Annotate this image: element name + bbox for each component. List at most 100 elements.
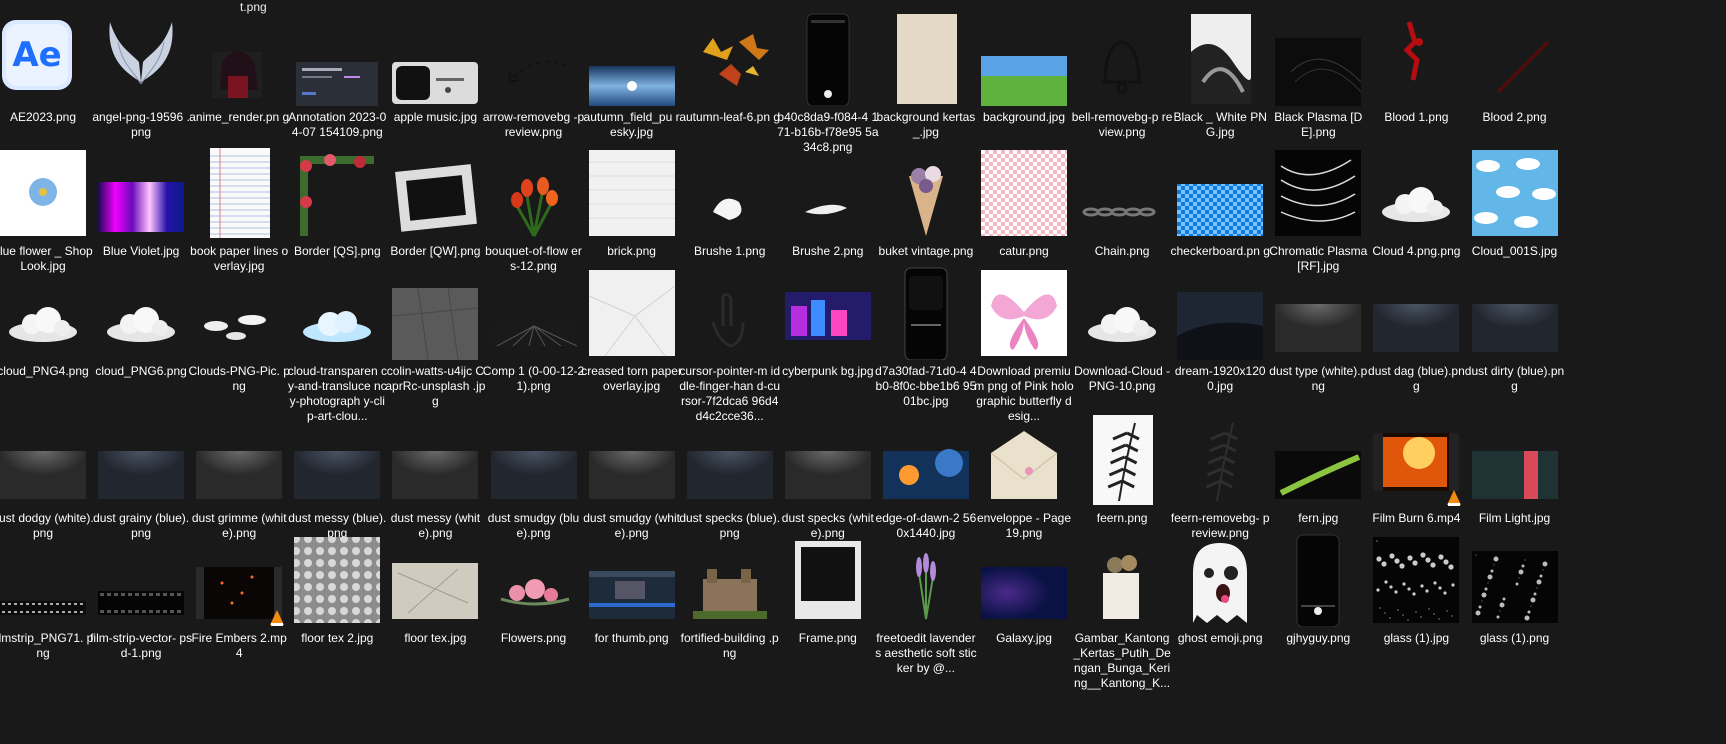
file-tile[interactable]: Chain.png (1069, 146, 1175, 259)
file-tile[interactable]: Film Light.jpg (1462, 413, 1568, 526)
file-thumbnail (879, 146, 973, 240)
file-thumbnail (487, 533, 581, 627)
file-tile[interactable]: Chromatic Plasma [RF].jpg (1265, 146, 1371, 274)
file-tile[interactable]: buket vintage.png (873, 146, 979, 259)
file-tile[interactable]: Fire Embers 2.mp4 (186, 533, 292, 661)
file-tile[interactable]: Clouds-PNG-Pic. png (186, 266, 292, 394)
file-tile[interactable]: Border [QW].png (382, 146, 488, 259)
file-thumbnail (683, 266, 777, 360)
file-tile[interactable]: catur.png (971, 146, 1077, 259)
file-name-label: autumn_field_pu resky.jpg (583, 110, 680, 139)
file-tile[interactable]: angel-png-19596 .png (88, 12, 194, 140)
file-tile[interactable]: dust grimme (white).png (186, 413, 292, 541)
file-tile[interactable]: bell-removebg-p review.png (1069, 12, 1175, 140)
file-tile[interactable]: Comp 1 (0-00-12-21).png (481, 266, 587, 394)
file-tile[interactable]: glass (1).jpg (1363, 533, 1469, 646)
file-thumbnail (388, 413, 482, 507)
file-tile[interactable]: dust specks (white).png (775, 413, 881, 541)
file-tile[interactable]: cyberpunk bg.jpg (775, 266, 881, 379)
file-tile[interactable]: feern.png (1069, 413, 1175, 526)
file-name-label: Comp 1 (0-00-12-21).png (482, 364, 585, 393)
file-tile[interactable]: filmstrip_PNG71. png (0, 533, 96, 661)
file-tile[interactable]: d7a30fad-71d0-4 4b0-8f0c-bbe1b6 9501bc.j… (873, 266, 979, 409)
file-tile[interactable]: Border [QS].png (284, 146, 390, 259)
file-name-label: Galaxy.jpg (996, 631, 1052, 645)
file-tile[interactable]: Blood 1.png (1363, 12, 1469, 125)
file-tile[interactable]: feern-removebg- preview.png (1167, 413, 1273, 541)
file-thumbnail (1369, 266, 1463, 360)
file-thumbnail (1271, 146, 1365, 240)
file-tile[interactable]: dust messy (white).png (382, 413, 488, 541)
file-tile[interactable]: colin-watts-u4ijc CaprRc-unsplash .jpg (382, 266, 488, 409)
file-tile[interactable]: dream-1920x120 0.jpg (1167, 266, 1273, 394)
file-tile[interactable]: Download-Cloud -PNG-10.png (1069, 266, 1175, 394)
file-tile[interactable]: dust dirty (blue).png (1462, 266, 1568, 394)
file-name-label: arrow-removebg -preview.png (482, 110, 585, 139)
file-thumbnail: Ae (0, 12, 90, 106)
file-tile[interactable]: dust type (white).png (1265, 266, 1371, 394)
file-tile[interactable]: dust grainy (blue).png (88, 413, 194, 541)
file-thumbnail (1369, 533, 1463, 627)
file-tile[interactable]: arrow-removebg -preview.png (481, 12, 587, 140)
file-tile[interactable]: dust dodgy (white).png (0, 413, 96, 541)
file-thumbnail (977, 413, 1071, 507)
file-tile[interactable]: Black Plasma [DE].png (1265, 12, 1371, 140)
file-tile[interactable]: ghost emoji.png (1167, 533, 1273, 646)
file-tile[interactable]: dust smudgy (blue).png (481, 413, 587, 541)
file-tile[interactable]: checkerboard.pn g (1167, 146, 1273, 259)
file-tile[interactable]: Brushe 2.png (775, 146, 881, 259)
file-tile[interactable]: b40c8da9-f084-4 171-b16b-f78e95 5a34c8.p… (775, 12, 881, 155)
file-tile[interactable]: Film Burn 6.mp4 (1363, 413, 1469, 526)
file-tile[interactable]: background kertas_.jpg (873, 12, 979, 140)
file-tile[interactable]: cloud_PNG6.png (88, 266, 194, 379)
file-name-label: fortified-building .png (680, 631, 779, 660)
file-tile[interactable]: book paper lines overlay.jpg (186, 146, 292, 274)
file-tile[interactable]: Black _ White PNG.jpg (1167, 12, 1273, 140)
file-tile[interactable]: floor tex.jpg (382, 533, 488, 646)
file-thumbnail (683, 533, 777, 627)
file-tile[interactable]: cloud-transparen cy-and-transluce ncy-ph… (284, 266, 390, 424)
file-tile[interactable]: anime_render.pn g (186, 12, 292, 125)
file-tile[interactable]: Gambar_Kantong _Kertas_Putih_De ngan_Bun… (1069, 533, 1175, 691)
file-thumbnail (1468, 413, 1562, 507)
file-tile[interactable]: creased torn paper overlay.jpg (579, 266, 685, 394)
file-tile[interactable]: blue flower _ ShopLook.jpg (0, 146, 96, 274)
file-tile[interactable]: dust smudgy (white).png (579, 413, 685, 541)
file-tile[interactable]: cursor-pointer-m iddle-finger-han d-curs… (677, 266, 783, 424)
file-tile[interactable]: film-strip-vector- psd-1.png (88, 533, 194, 661)
file-tile[interactable]: dust messy (blue).png (284, 413, 390, 541)
file-tile[interactable]: fortified-building .png (677, 533, 783, 661)
file-tile[interactable]: background.jpg (971, 12, 1077, 125)
file-tile[interactable]: floor tex 2.jpg (284, 533, 390, 646)
file-tile[interactable]: for thumb.png (579, 533, 685, 646)
file-tile[interactable]: dust dag (blue).png (1363, 266, 1469, 394)
file-tile[interactable]: Annotation 2023-04-07 154109.png (284, 12, 390, 140)
file-tile[interactable]: apple music.jpg (382, 12, 488, 125)
file-tile[interactable]: glass (1).png (1462, 533, 1568, 646)
file-tile[interactable]: enveloppe - Page 19.png (971, 413, 1077, 541)
file-tile[interactable]: dust specks (blue).png (677, 413, 783, 541)
file-tile[interactable]: autumn_field_pu resky.jpg (579, 12, 685, 140)
file-tile[interactable]: Flowers.png (481, 533, 587, 646)
file-tile[interactable]: freetoedit lavenders aesthetic soft stic… (873, 533, 979, 676)
file-tile[interactable]: autumn-leaf-6.pn g (677, 12, 783, 125)
file-tile[interactable]: Cloud 4.png.png (1363, 146, 1469, 259)
file-tile[interactable]: cloud_PNG4.png (0, 266, 96, 379)
file-tile[interactable]: Frame.png (775, 533, 881, 646)
file-tile[interactable]: Brushe 1.png (677, 146, 783, 259)
file-tile[interactable]: Ae AE2023.png (0, 12, 96, 125)
file-tile[interactable]: edge-of-dawn-2 560x1440.jpg (873, 413, 979, 541)
file-name-label: Film Light.jpg (1478, 511, 1551, 525)
file-tile[interactable]: brick.png (579, 146, 685, 259)
file-tile[interactable]: Cloud_001S.jpg (1462, 146, 1568, 259)
file-tile[interactable]: Blue Violet.jpg (88, 146, 194, 259)
file-tile[interactable]: bouquet-of-flow ers-12.png (481, 146, 587, 274)
file-tile[interactable]: Download premium png of Pink holographic… (971, 266, 1077, 424)
file-tile[interactable]: Galaxy.jpg (971, 533, 1077, 646)
file-tile[interactable]: gjhyguy.png (1265, 533, 1371, 646)
file-name-label: Clouds-PNG-Pic. png (188, 364, 290, 393)
file-name-label: floor tex.jpg (404, 631, 467, 645)
file-tile[interactable]: fern.jpg (1265, 413, 1371, 526)
file-tile[interactable]: Blood 2.png (1462, 12, 1568, 125)
file-thumbnail (290, 413, 384, 507)
